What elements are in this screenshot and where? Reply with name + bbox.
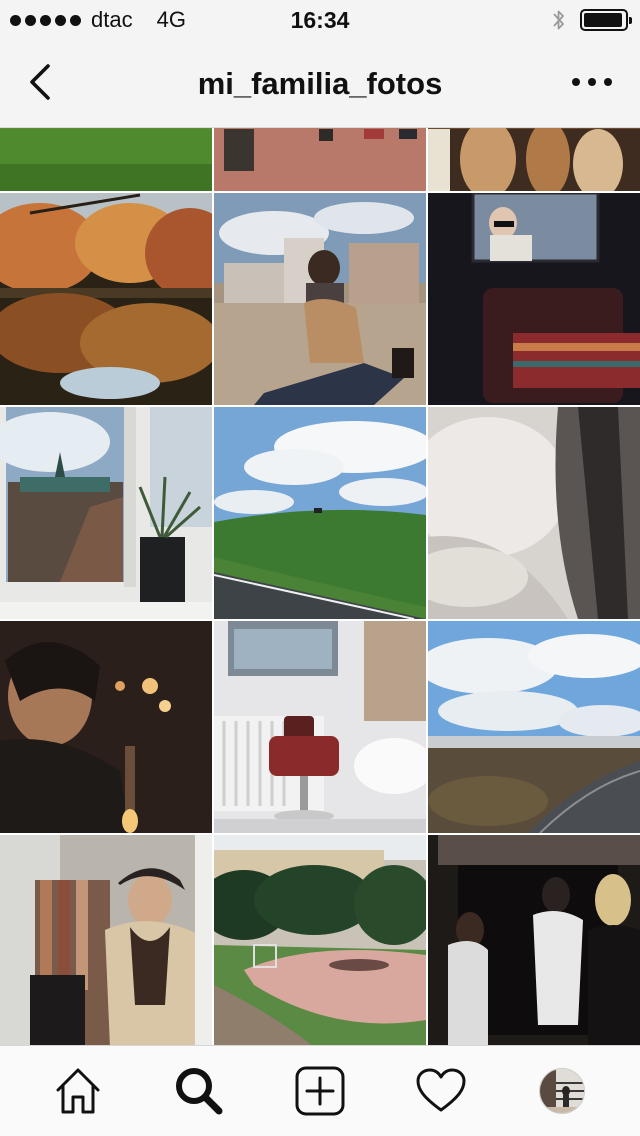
photo-tile[interactable] [0,407,212,619]
photo-window-plant-castle [0,407,212,619]
photo-tile[interactable] [0,621,212,833]
photo-tile[interactable] [0,128,212,191]
photo-people-doorway [428,835,640,1045]
photo-tile[interactable] [428,407,640,619]
photo-snowy-road-blur [428,407,640,619]
more-horizontal-icon [572,78,580,86]
status-bar: dtac 4G 16:34 [0,0,640,40]
photo-tile[interactable] [0,835,212,1045]
tab-bar [0,1045,640,1136]
photo-tile[interactable] [214,835,426,1045]
photo-tile[interactable] [214,193,426,405]
tab-home[interactable] [48,1061,108,1121]
photo-tile[interactable] [0,193,212,405]
photo-landscape-clouds-road [428,621,640,833]
chevron-left-icon [30,64,50,100]
photo-tile[interactable] [214,128,426,191]
photo-park-pitch-trees [214,835,426,1045]
photo-tile[interactable] [428,621,640,833]
back-button[interactable] [22,60,58,104]
photo-autumn-lake [0,193,212,405]
status-time: 16:34 [290,7,350,33]
plus-square-icon [295,1066,345,1116]
nav-bar: mi_familia_fotos [0,40,640,128]
photo-green-hill-sky [214,407,426,619]
heart-icon [416,1068,466,1112]
photo-bread-loaves [428,128,640,191]
tab-search[interactable] [169,1061,229,1121]
photo-grass-lawn [0,128,212,191]
bluetooth-icon [553,10,564,30]
more-options-button[interactable] [572,70,612,94]
photo-tile[interactable] [214,407,426,619]
photo-grid [0,128,640,1045]
photo-tile[interactable] [214,621,426,833]
photo-street-feet [214,128,426,191]
tab-new-post[interactable] [290,1061,350,1121]
photo-barber-chair-window [214,621,426,833]
photo-tile[interactable] [428,193,640,405]
tab-profile[interactable] [532,1061,592,1121]
home-icon [56,1068,100,1114]
status-right [552,8,632,32]
tab-activity[interactable] [411,1061,471,1121]
avatar [538,1068,585,1114]
page-title: mi_familia_fotos [197,66,443,101]
search-icon [176,1068,223,1115]
photo-woman-coat-shop [0,835,212,1045]
photo-woman-portrait-candles [0,621,212,833]
battery-fill [584,13,622,27]
photo-tile[interactable] [428,128,640,191]
photo-woman-camera-beach [214,193,426,405]
battery-icon [580,9,632,31]
photo-tile[interactable] [428,835,640,1045]
photo-man-sunglasses-chair [428,193,640,405]
